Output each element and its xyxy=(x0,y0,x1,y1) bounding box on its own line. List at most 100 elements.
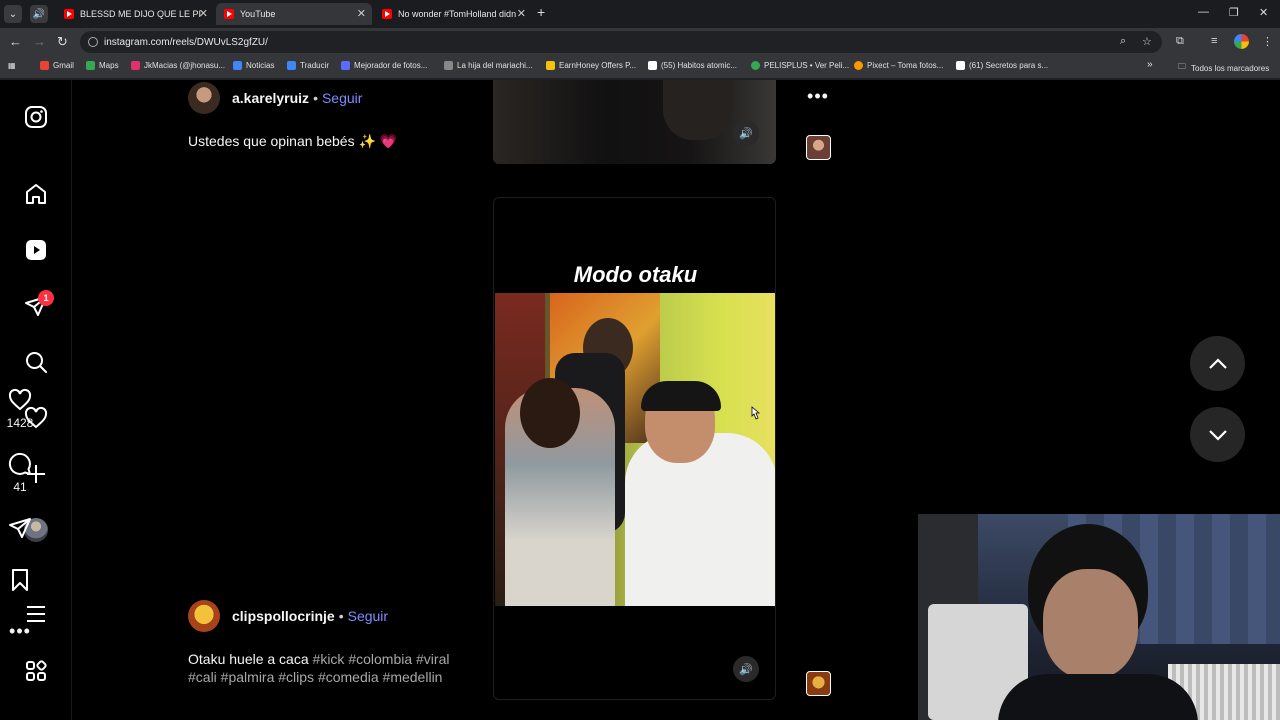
pixect-icon xyxy=(854,61,863,70)
author-avatar[interactable] xyxy=(188,82,220,114)
hashtags[interactable]: #cali #palmira #clips #comedia #medellin xyxy=(188,669,442,685)
bookmark-maps[interactable]: Maps xyxy=(86,61,119,70)
bookmark-mariachi[interactable]: La hija del mariachi... xyxy=(444,61,533,70)
minimize-icon[interactable]: — xyxy=(1198,6,1209,18)
next-reel-button[interactable] xyxy=(1190,407,1245,462)
bookmark-earnhoney[interactable]: EarnHoney Offers P... xyxy=(546,61,636,70)
tab-close-icon[interactable]: ✕ xyxy=(199,7,208,20)
notification-badge: 1 xyxy=(38,290,54,306)
tab-bar: ⌄ 🔊 BLESSD ME DIJO QUE LE PI ✕ YouTube ✕… xyxy=(0,0,1280,28)
chevron-up-icon xyxy=(1208,357,1227,369)
bookmark-traducir[interactable]: Traducir xyxy=(287,61,329,70)
search-icon[interactable] xyxy=(22,348,50,376)
bookmarks-overflow-button[interactable]: » xyxy=(1147,59,1153,70)
media-control-icon[interactable]: ≡ xyxy=(1211,35,1217,47)
site-info-icon[interactable] xyxy=(88,37,98,47)
hashtags[interactable]: #kick #colombia #viral xyxy=(313,651,450,667)
reel-video-previous[interactable]: 🔊 xyxy=(493,80,776,164)
forward-icon[interactable]: → xyxy=(33,34,46,49)
menu-icon[interactable]: ⋮ xyxy=(1262,35,1273,48)
news-icon xyxy=(233,61,242,70)
chevron-down-icon xyxy=(1208,429,1227,441)
video-title-text: Modo otaku xyxy=(573,262,698,287)
bookmark-instagram[interactable]: JkMacias (@jhonasu... xyxy=(131,61,225,70)
pelisplus-icon xyxy=(751,61,760,70)
back-icon[interactable]: ← xyxy=(9,34,22,49)
instagram-reels-page: 1 a.karelyruiz • Seguir Ustedes que opin… xyxy=(0,80,1280,720)
bookmark-pelisplus[interactable]: PELISPLUS • Ver Peli... xyxy=(751,61,849,70)
heart-icon xyxy=(8,388,32,411)
apps-icon[interactable]: ▦ xyxy=(8,61,16,70)
extensions-icon[interactable]: ⧉ xyxy=(1176,35,1184,48)
comment-button[interactable]: 41 xyxy=(0,452,40,494)
url-input[interactable]: instagram.com/reels/DWUvLS2gfZU/ xyxy=(80,31,1162,53)
zoom-icon[interactable]: ⌕ xyxy=(1120,35,1126,48)
bookmarks-bar: ▦ Gmail Maps JkMacias (@jhonasu... Notic… xyxy=(0,56,1280,78)
audio-thumbnail[interactable] xyxy=(806,135,831,160)
reel-video[interactable]: Modo otaku 🔊 xyxy=(493,197,776,700)
comment-icon xyxy=(8,452,31,475)
youtube-icon xyxy=(382,9,392,19)
gmail-icon xyxy=(40,61,49,70)
previous-reel-button[interactable] xyxy=(1190,336,1245,391)
tab-tomholland[interactable]: No wonder #TomHolland didn ✕ xyxy=(374,3,532,25)
tab-close-icon[interactable]: ✕ xyxy=(357,7,366,20)
video-frame xyxy=(495,293,775,606)
tab-blessd[interactable]: BLESSD ME DIJO QUE LE PI ✕ xyxy=(56,3,214,25)
apps-grid-icon[interactable] xyxy=(22,657,50,685)
profile-avatar[interactable] xyxy=(1234,34,1249,49)
all-bookmarks-button[interactable]: 🗀 Todos los marcadores xyxy=(1178,61,1269,75)
restore-icon[interactable]: ❐ xyxy=(1229,6,1239,19)
home-icon[interactable] xyxy=(22,180,50,208)
folder-icon: 🗀 xyxy=(1178,62,1186,71)
close-window-icon[interactable]: ✕ xyxy=(1259,6,1268,19)
page-icon xyxy=(956,61,965,70)
author-username[interactable]: a.karelyruiz xyxy=(232,90,309,106)
bookmark-pixect[interactable]: Pixect – Toma fotos... xyxy=(854,61,943,70)
bookmark-secretos[interactable]: (61) Secretos para s... xyxy=(956,61,1048,70)
like-button[interactable]: 1428 xyxy=(0,388,40,430)
more-options-icon[interactable]: ••• xyxy=(798,86,838,107)
post-author: a.karelyruiz • Seguir xyxy=(188,82,362,114)
volume-icon[interactable]: 🔊 xyxy=(733,120,759,146)
mouse-cursor-icon xyxy=(751,406,760,420)
bookmark-gmail[interactable]: Gmail xyxy=(40,61,74,70)
bookmark-habitos[interactable]: (55) Habitos atomic... xyxy=(648,61,737,70)
earnhoney-icon xyxy=(546,61,555,70)
new-tab-button[interactable]: + xyxy=(537,4,545,20)
bookmark-mejorador[interactable]: Mejorador de fotos... xyxy=(341,61,427,70)
address-bar: ← → ↻ instagram.com/reels/DWUvLS2gfZU/ ⌕… xyxy=(0,28,1280,56)
tab-search-button[interactable]: ⌄ xyxy=(4,5,22,23)
instagram-logo-icon[interactable] xyxy=(22,103,50,131)
reels-icon[interactable] xyxy=(22,236,50,264)
audio-thumbnail[interactable] xyxy=(806,671,831,696)
author-username[interactable]: clipspollocrinje xyxy=(232,608,335,624)
tab-audio-icon[interactable]: 🔊 xyxy=(30,5,48,23)
follow-button[interactable]: Seguir xyxy=(348,608,388,624)
author-avatar[interactable] xyxy=(188,600,220,632)
translate-icon xyxy=(287,61,296,70)
volume-icon[interactable]: 🔊 xyxy=(733,656,759,682)
share-icon xyxy=(9,518,31,538)
tab-youtube[interactable]: YouTube ✕ xyxy=(216,3,372,25)
bookmark-noticias[interactable]: Noticias xyxy=(233,61,274,70)
more-options-icon[interactable]: ••• xyxy=(0,621,40,642)
reload-icon[interactable]: ↻ xyxy=(57,34,68,50)
webcam-overlay xyxy=(918,514,1280,720)
save-button[interactable] xyxy=(0,568,40,592)
maps-icon xyxy=(86,61,95,70)
follow-button[interactable]: Seguir xyxy=(322,90,362,106)
star-icon[interactable]: ☆ xyxy=(1142,35,1152,48)
like-count: 1428 xyxy=(6,416,34,430)
share-button[interactable] xyxy=(0,516,40,540)
video-frame xyxy=(663,80,733,140)
bookmark-icon xyxy=(12,569,28,591)
tab-close-icon[interactable]: ✕ xyxy=(517,7,526,20)
enhancer-icon xyxy=(341,61,350,70)
post-caption: Ustedes que opinan bebés ✨ 💗 xyxy=(188,133,398,149)
page-icon xyxy=(648,61,657,70)
browser-chrome: ⌄ 🔊 BLESSD ME DIJO QUE LE PI ✕ YouTube ✕… xyxy=(0,0,1280,80)
youtube-icon xyxy=(64,9,74,19)
youtube-icon xyxy=(224,9,234,19)
instagram-icon xyxy=(131,61,140,70)
